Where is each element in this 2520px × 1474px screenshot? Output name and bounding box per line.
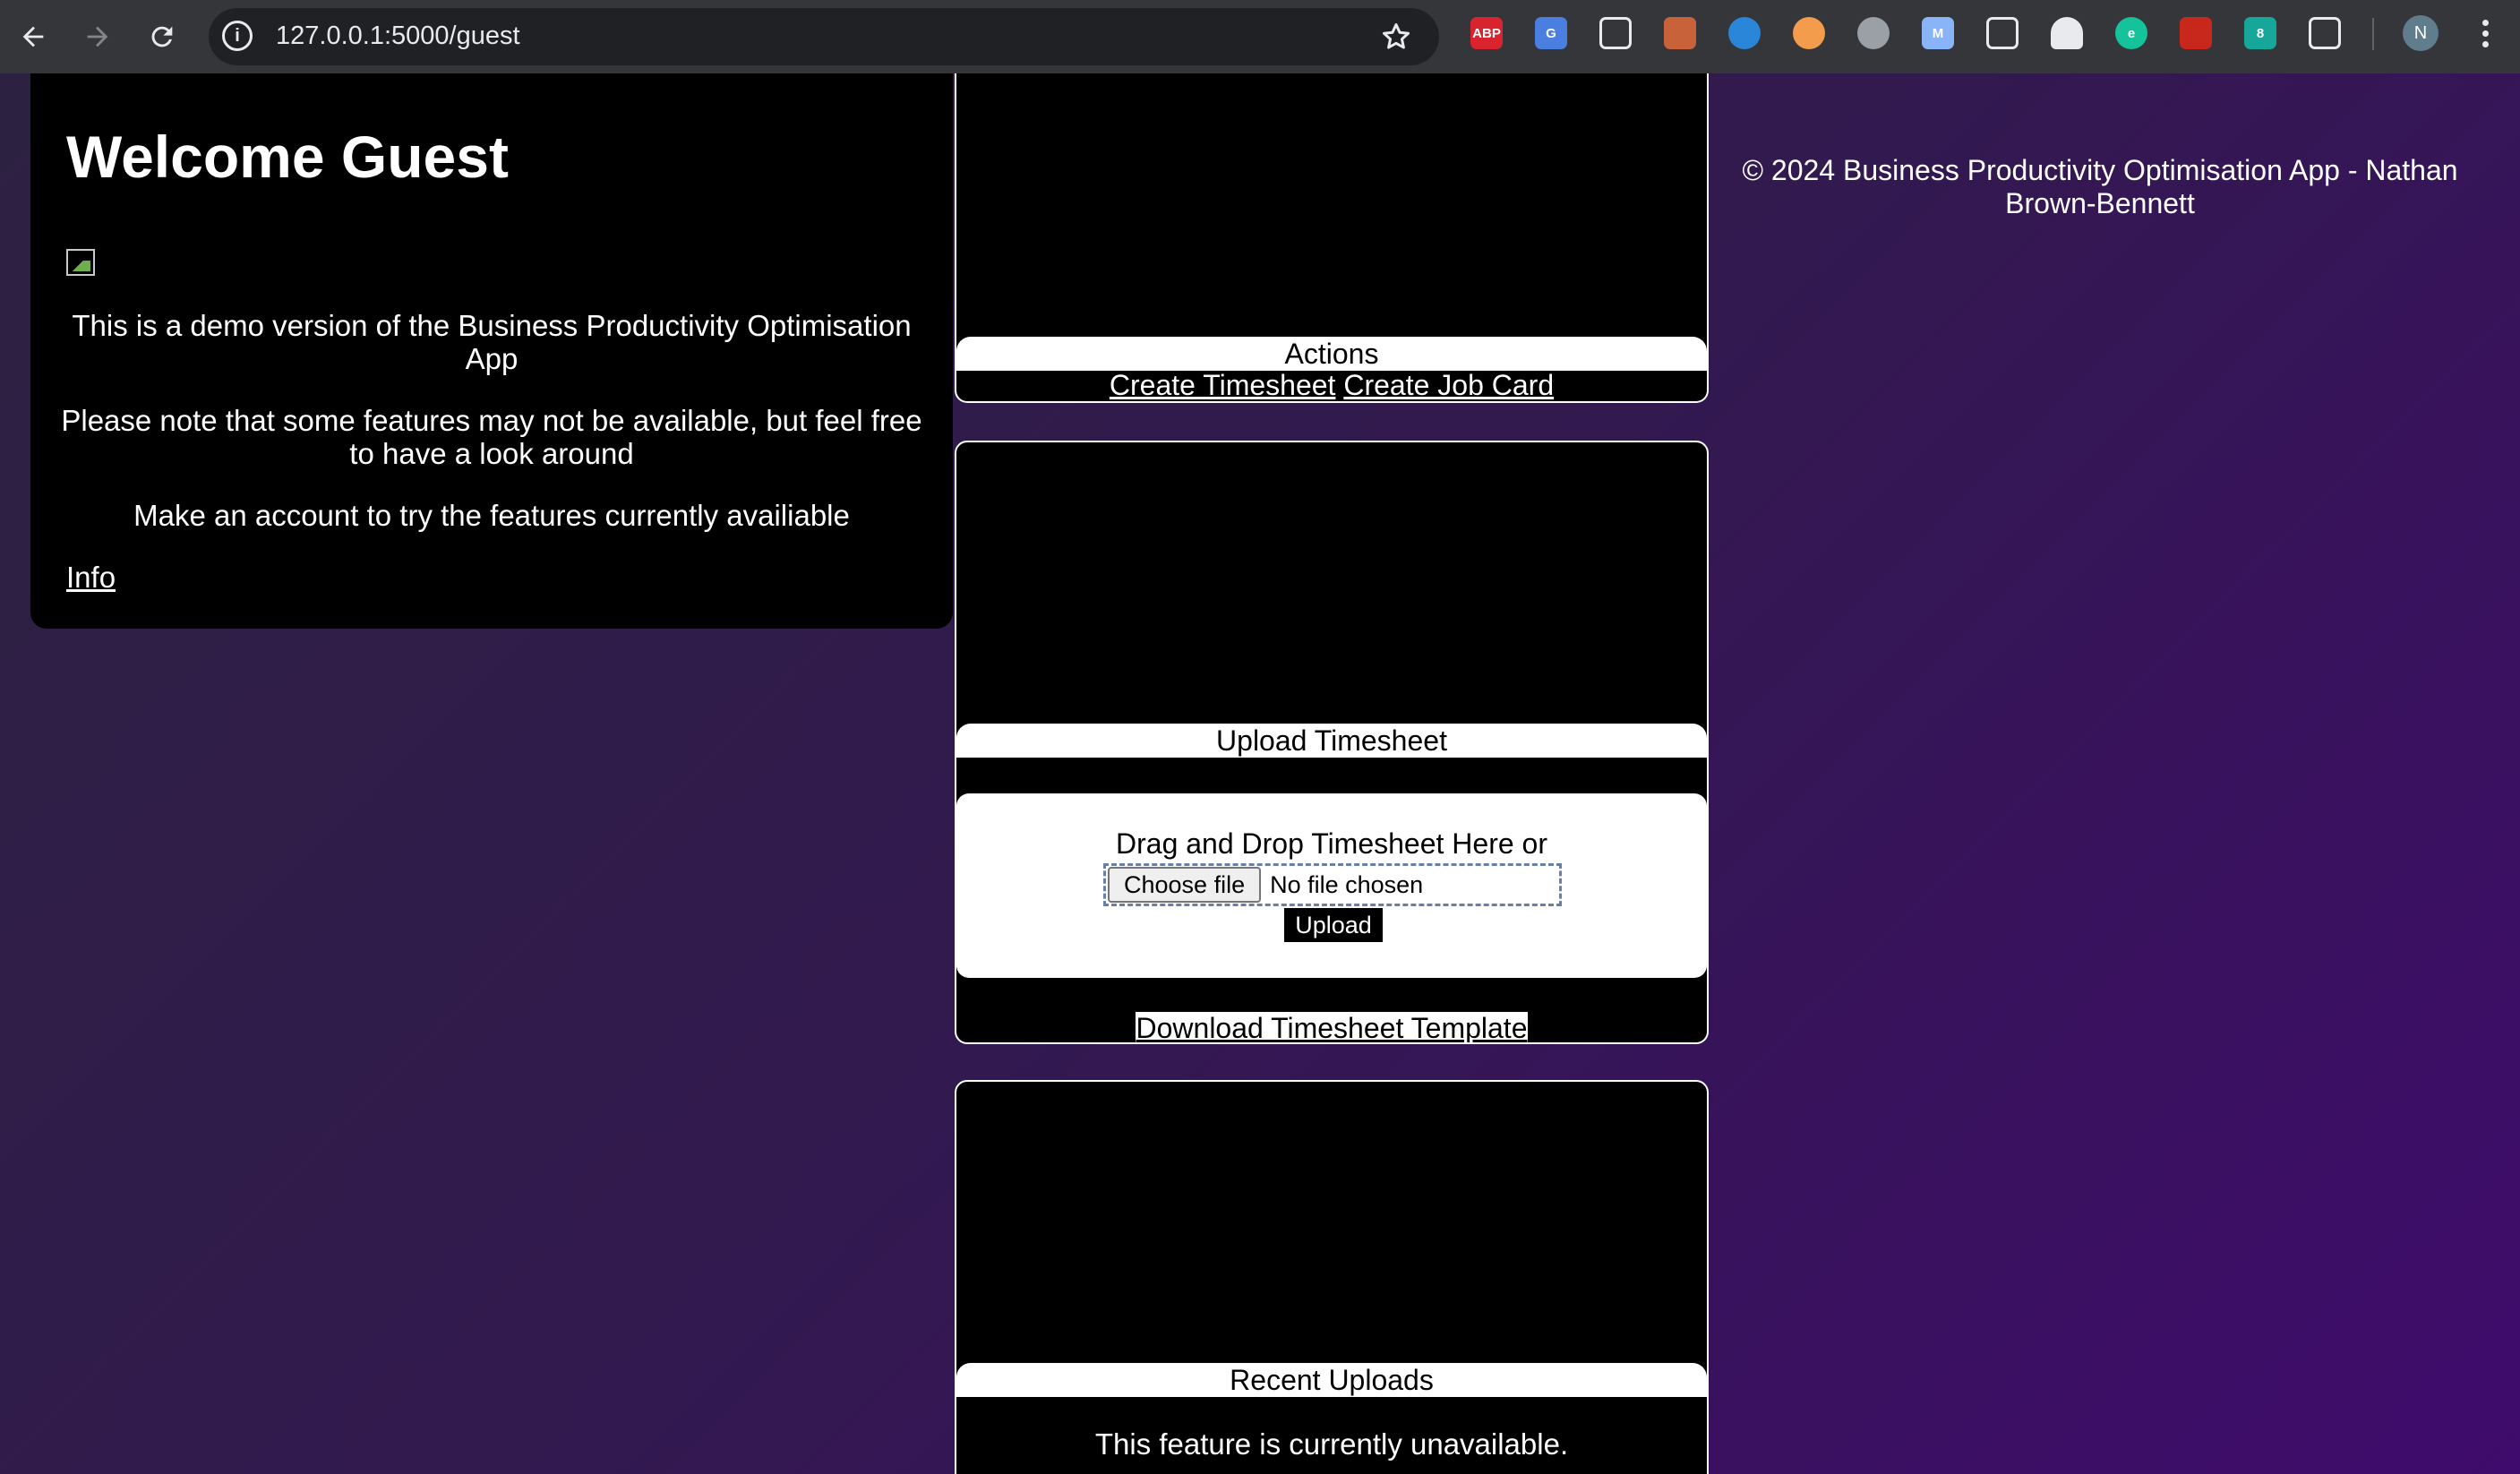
profile-avatar[interactable]: N <box>2403 15 2439 51</box>
forward-button[interactable] <box>77 16 118 57</box>
puzzle-icon[interactable] <box>2309 17 2341 49</box>
actions-card-title: Actions <box>956 337 1707 371</box>
browser-toolbar: i 127.0.0.1:5000/guest ABP G Me 8 N <box>0 0 2520 73</box>
file-input[interactable]: Choose file No file chosen <box>1103 863 1562 906</box>
pip-icon[interactable] <box>1986 17 2019 49</box>
screen-capture-icon[interactable] <box>1599 17 1632 49</box>
upload-card: Upload Timesheet Drag and Drop Timesheet… <box>955 441 1709 1044</box>
broken-image-icon <box>66 249 95 276</box>
back-button[interactable] <box>13 16 54 57</box>
demo-notice-text: This is a demo version of the Business P… <box>72 309 912 375</box>
create-job-card-link[interactable]: Create Job Card <box>1343 369 1554 401</box>
info-link[interactable]: Info <box>66 561 116 595</box>
capsule-icon[interactable] <box>1793 17 1825 49</box>
actions-card: Actions Create Timesheet Create Job Card <box>955 73 1709 403</box>
adblock-plus-icon[interactable]: ABP <box>1470 17 1503 49</box>
arrow-left-icon <box>22 26 44 47</box>
choose-file-button[interactable]: Choose file <box>1108 867 1262 903</box>
welcome-panel: Welcome Guest This is a demo version of … <box>30 73 953 629</box>
google-translate-icon[interactable]: G <box>1535 17 1567 49</box>
arrow-right-icon <box>87 26 108 47</box>
page-body: Welcome Guest This is a demo version of … <box>0 73 2520 1474</box>
create-timesheet-link[interactable]: Create Timesheet <box>1110 369 1336 401</box>
upload-button[interactable]: Upload <box>1284 908 1383 942</box>
page-title: Welcome Guest <box>66 124 509 190</box>
unavailable-text: This feature is currently unavailable. <box>1094 1427 1569 1461</box>
pdf-icon[interactable] <box>2180 17 2212 49</box>
download-template-link[interactable]: Download Timesheet Template <box>1135 1012 1529 1042</box>
actions-links: Create Timesheet Create Job Card <box>956 369 1707 401</box>
browser-menu-icon[interactable] <box>2473 16 2497 52</box>
eight-icon[interactable]: 8 <box>2244 17 2276 49</box>
edge-icon[interactable] <box>1728 17 1761 49</box>
target-icon[interactable] <box>1857 17 1890 49</box>
reload-button[interactable] <box>141 16 183 57</box>
features-notice-text: Please note that some features may not b… <box>61 404 922 470</box>
site-info-icon[interactable]: i <box>222 21 253 51</box>
reload-icon <box>151 26 173 47</box>
upload-card-title: Upload Timesheet <box>956 724 1707 758</box>
account-notice-text: Make an account to try the features curr… <box>133 499 850 532</box>
toolbar-separator <box>2372 18 2374 50</box>
grammarly-icon[interactable]: e <box>2115 17 2147 49</box>
url-text: 127.0.0.1:5000/guest <box>276 21 520 50</box>
copyright-footer: © 2024 Business Productivity Optimisatio… <box>1742 154 2458 219</box>
dropzone-text: Drag and Drop Timesheet Here or <box>1116 827 1547 860</box>
recent-uploads-card: Recent Uploads This feature is currently… <box>955 1080 1709 1474</box>
bookmark-star-icon[interactable] <box>1380 21 1412 53</box>
mail-icon[interactable]: M <box>1922 17 1954 49</box>
recent-uploads-title: Recent Uploads <box>956 1363 1707 1397</box>
file-status-text: No file chosen <box>1270 870 1424 898</box>
gallery-icon[interactable] <box>1664 17 1696 49</box>
template-link-wrap: Download Timesheet Template <box>956 1012 1707 1042</box>
timesheet-dropzone[interactable]: Drag and Drop Timesheet Here or Choose f… <box>956 793 1707 978</box>
address-bar[interactable]: i 127.0.0.1:5000/guest <box>209 8 1439 65</box>
bell-icon[interactable] <box>2051 17 2083 49</box>
